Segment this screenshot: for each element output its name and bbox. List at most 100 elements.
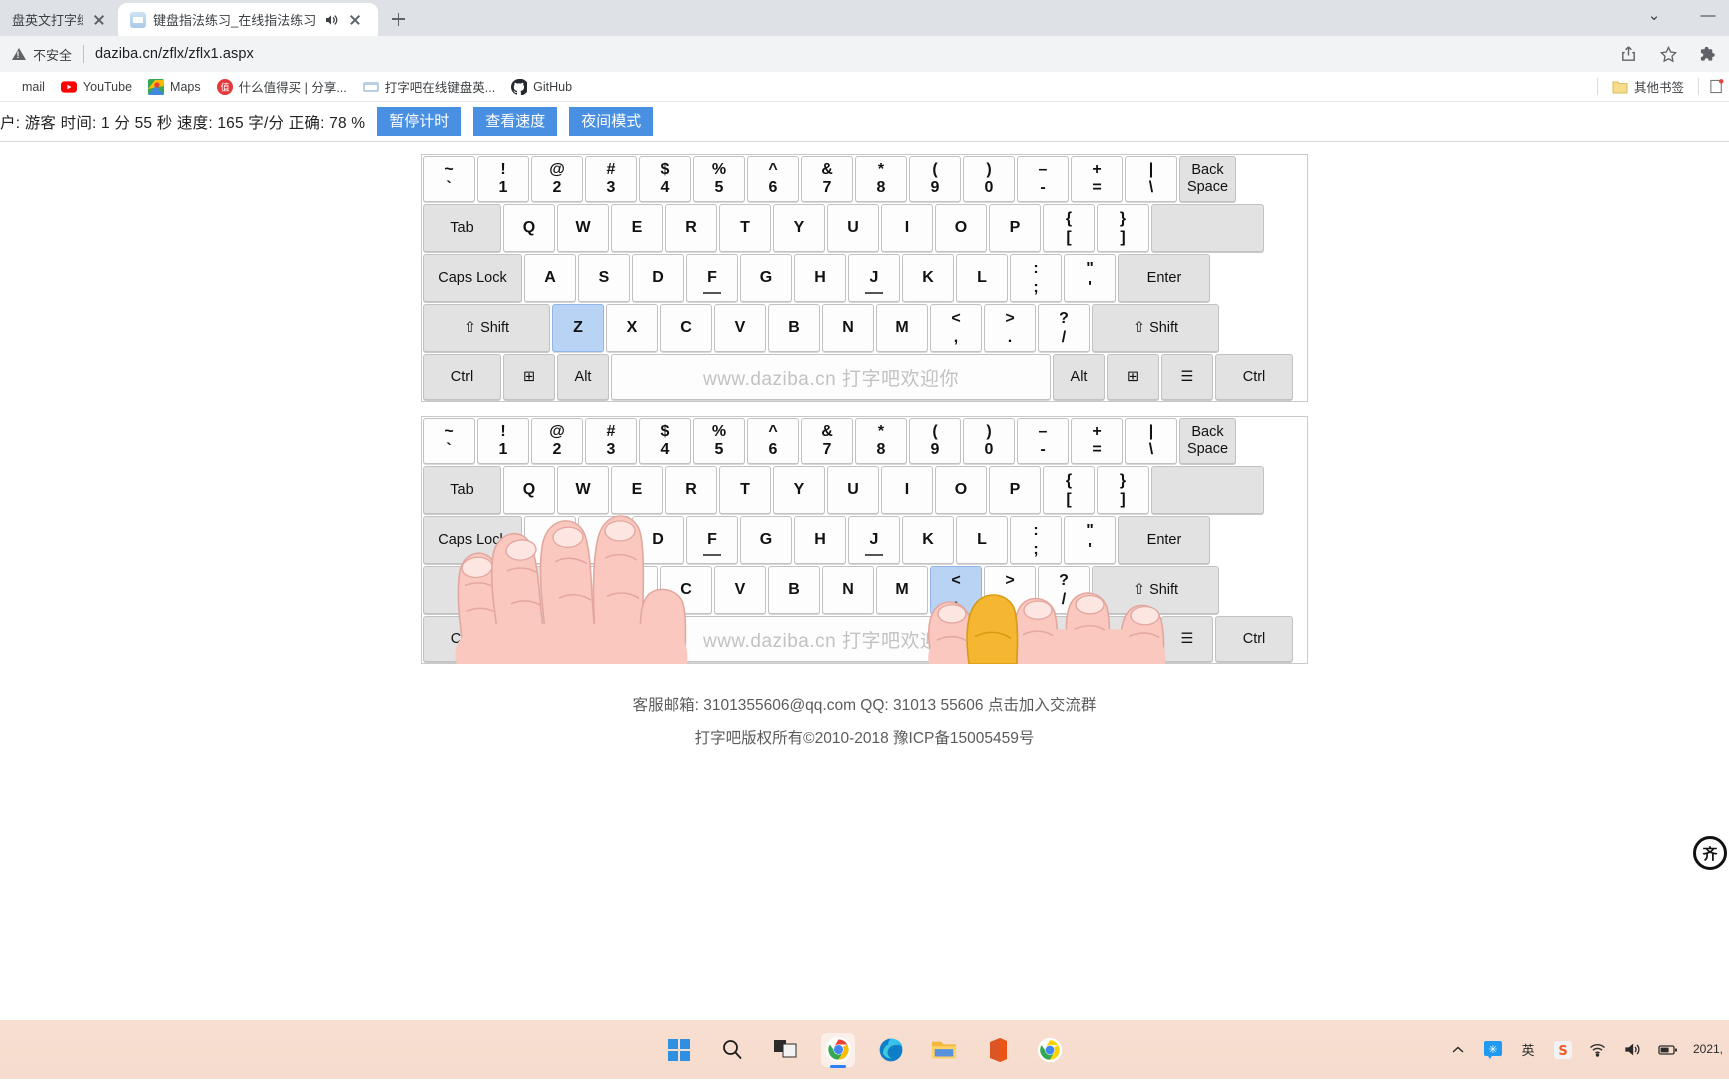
battery-icon[interactable] xyxy=(1658,1040,1678,1060)
key-y[interactable]: Y xyxy=(773,204,825,252)
volume-icon[interactable] xyxy=(1623,1040,1643,1060)
key-alt[interactable]: Alt xyxy=(1053,354,1105,400)
security-indicator[interactable]: 不安全 xyxy=(8,45,72,64)
key-blank[interactable] xyxy=(1151,204,1264,252)
key-j[interactable]: J xyxy=(848,254,900,302)
key-`[interactable]: ~ ` xyxy=(423,418,475,464)
key-e[interactable]: E xyxy=(611,204,663,252)
key-/[interactable]: ? / xyxy=(1038,304,1090,352)
wechat-icon[interactable]: ✳ xyxy=(1483,1040,1503,1060)
key-v[interactable]: V xyxy=(714,566,766,614)
key-☰[interactable]: ☰ xyxy=(1161,354,1213,400)
key-.[interactable]: >. xyxy=(984,566,1036,614)
star-icon[interactable] xyxy=(1655,41,1681,67)
key-e[interactable]: E xyxy=(611,466,663,514)
key-\[interactable]: | \ xyxy=(1125,418,1177,464)
key-8[interactable]: * 8 xyxy=(855,418,907,464)
key-d[interactable]: D xyxy=(632,254,684,302)
key-alt[interactable]: Alt xyxy=(557,354,609,400)
key-enter[interactable]: Enter xyxy=(1118,254,1210,302)
key-z[interactable]: Z xyxy=(552,304,604,352)
key-g[interactable]: G xyxy=(740,516,792,564)
key-'[interactable]: " ' xyxy=(1064,516,1116,564)
key-caps-lock[interactable]: Caps Lock xyxy=(423,254,522,302)
key-ctrl[interactable]: Ctrl xyxy=(1215,354,1293,400)
key-1[interactable]: ! 1 xyxy=(477,418,529,464)
pause-timer-button[interactable]: 暂停计时 xyxy=(377,106,462,137)
key-w[interactable]: W xyxy=(557,204,609,252)
key-r[interactable]: R xyxy=(665,204,717,252)
key-1[interactable]: ! 1 xyxy=(477,156,529,202)
key-⇧-shift[interactable]: ⇧ Shift xyxy=(1092,566,1219,614)
edge-icon[interactable] xyxy=(874,1033,908,1067)
sogou-icon[interactable]: S xyxy=(1553,1040,1573,1060)
key-caps-lock[interactable]: Caps Lock xyxy=(423,516,522,564)
other-bookmarks-button[interactable]: 其他书签 xyxy=(1608,74,1688,99)
key-q[interactable]: Q xyxy=(503,466,555,514)
key-7[interactable]: & 7 xyxy=(801,156,853,202)
key-ctrl[interactable]: Ctrl xyxy=(423,616,501,662)
key-x[interactable]: X xyxy=(606,566,658,614)
key-ctrl[interactable]: Ctrl xyxy=(423,354,501,400)
key-[[interactable]: {[ xyxy=(1043,466,1095,514)
key-f[interactable]: F xyxy=(686,254,738,302)
key-r[interactable]: R xyxy=(665,466,717,514)
key-www.daziba.cn-打字吧欢迎你[interactable]: www.daziba.cn 打字吧欢迎你 xyxy=(611,354,1051,400)
key-0[interactable]: ) 0 xyxy=(963,156,1015,202)
key-=[interactable]: + = xyxy=(1071,418,1123,464)
key-c[interactable]: C xyxy=(660,304,712,352)
key-enter[interactable]: Enter xyxy=(1118,516,1210,564)
key-⊞[interactable]: ⊞ xyxy=(503,616,555,662)
key-h[interactable]: H xyxy=(794,516,846,564)
floating-badge[interactable]: 齐 xyxy=(1693,836,1727,870)
key-ctrl[interactable]: Ctrl xyxy=(1215,616,1293,662)
key-;[interactable]: :; xyxy=(1010,254,1062,302)
keyboard-bottom[interactable]: ~ `! 1 @2 #3 $4% 5 ^ 6 & 7 * 8(9) 0– - + = | \ Back Space Tab… xyxy=(421,416,1308,664)
key-7[interactable]: & 7 xyxy=(801,418,853,464)
key-n[interactable]: N xyxy=(822,304,874,352)
key-s[interactable]: S xyxy=(578,254,630,302)
key-f[interactable]: F xyxy=(686,516,738,564)
key-o[interactable]: O xyxy=(935,466,987,514)
browser-tab-0[interactable]: 盘英文打字练习软 xyxy=(0,3,118,36)
key-m[interactable]: M xyxy=(876,304,928,352)
key-i[interactable]: I xyxy=(881,466,933,514)
key-3[interactable]: #3 xyxy=(585,418,637,464)
key-⇧-shift[interactable]: ⇧ Shift xyxy=(423,566,550,614)
key-8[interactable]: * 8 xyxy=(855,156,907,202)
key-k[interactable]: K xyxy=(902,254,954,302)
key-][interactable]: }] xyxy=(1097,204,1149,252)
key-2[interactable]: @2 xyxy=(531,156,583,202)
key-d[interactable]: D xyxy=(632,516,684,564)
key-a[interactable]: A xyxy=(524,516,576,564)
keyboard-top[interactable]: ~ `! 1 @2 #3 $4% 5 ^ 6 & 7 * 8(9) 0– - + = | \ Back Space Tab… xyxy=(421,154,1308,402)
key-y[interactable]: Y xyxy=(773,466,825,514)
ime-icon[interactable]: 英 xyxy=(1518,1040,1538,1060)
key-c[interactable]: C xyxy=(660,566,712,614)
key-alt[interactable]: Alt xyxy=(1053,616,1105,662)
bookmark-item[interactable]: mail xyxy=(0,76,53,98)
chrome-icon[interactable] xyxy=(821,1032,855,1068)
key-5[interactable]: % 5 xyxy=(693,418,745,464)
key-/[interactable]: ? / xyxy=(1038,566,1090,614)
close-icon[interactable] xyxy=(90,11,108,29)
key-=[interactable]: + = xyxy=(1071,156,1123,202)
key-[[interactable]: {[ xyxy=(1043,204,1095,252)
key-j[interactable]: J xyxy=(848,516,900,564)
key-\[interactable]: | \ xyxy=(1125,156,1177,202)
chrome-beta-icon[interactable] xyxy=(1033,1033,1067,1067)
key-4[interactable]: $4 xyxy=(639,418,691,464)
key-3[interactable]: #3 xyxy=(585,156,637,202)
key-0[interactable]: ) 0 xyxy=(963,418,1015,464)
key-s[interactable]: S xyxy=(578,516,630,564)
key-9[interactable]: (9 xyxy=(909,156,961,202)
address-bar[interactable]: 不安全 daziba.cn/zflx/zflx1.aspx xyxy=(0,36,1729,72)
key-6[interactable]: ^ 6 xyxy=(747,418,799,464)
bookmark-item[interactable]: 打字吧在线键盘英... xyxy=(355,74,503,99)
key-⊞[interactable]: ⊞ xyxy=(1107,616,1159,662)
key-9[interactable]: (9 xyxy=(909,418,961,464)
key-alt[interactable]: Alt xyxy=(557,616,609,662)
bookmark-item[interactable]: GitHub xyxy=(503,76,580,98)
task-view-icon[interactable] xyxy=(768,1033,802,1067)
clock[interactable]: 2021, xyxy=(1693,1042,1723,1057)
